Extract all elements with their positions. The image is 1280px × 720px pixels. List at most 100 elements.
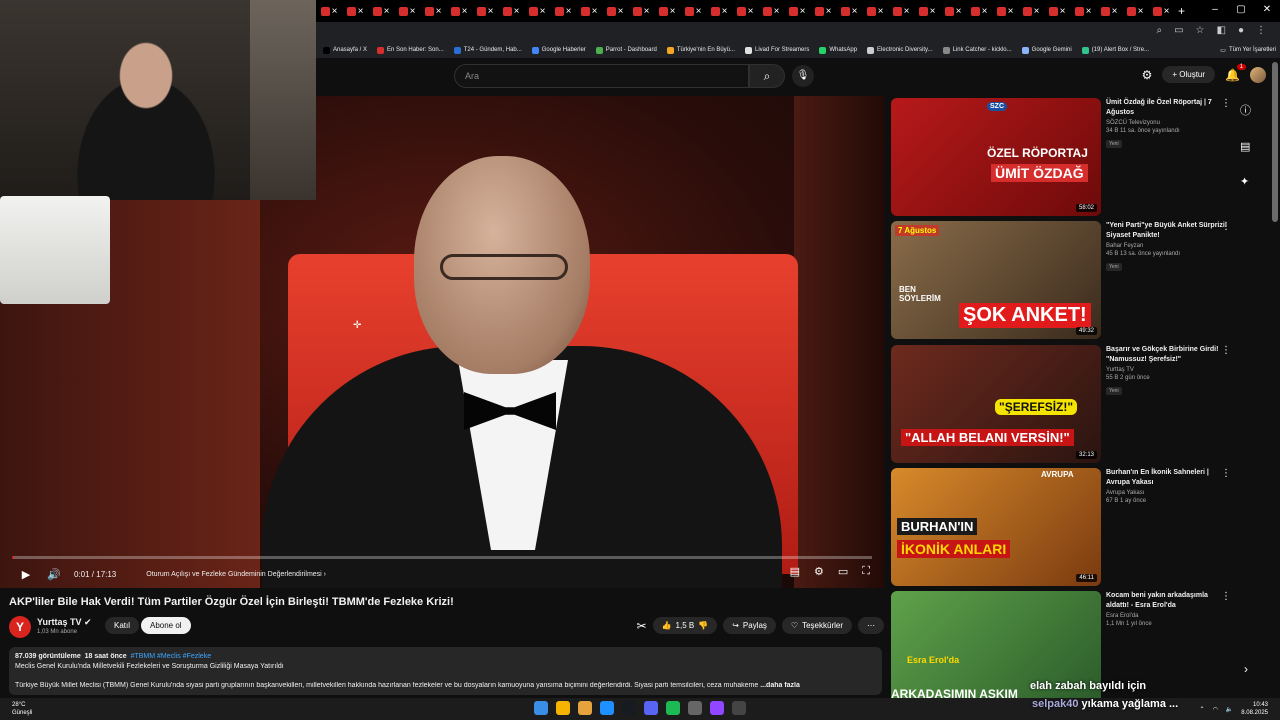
- browser-tab[interactable]: ×: [576, 2, 602, 20]
- weather-widget[interactable]: 28°C Güneşli: [12, 701, 32, 717]
- browser-tab[interactable]: ×: [524, 2, 550, 20]
- thanks-button[interactable]: ♡ Teşekkürler: [781, 617, 852, 634]
- more-options-icon[interactable]: ⋮: [1221, 468, 1231, 479]
- bookmark-item[interactable]: Electronic Diversity...: [862, 46, 938, 54]
- browser-tab[interactable]: ×: [342, 2, 368, 20]
- bookmark-item[interactable]: Türkiye'nin En Büyü...: [662, 46, 740, 54]
- speaker-icon[interactable]: 🔈: [1226, 706, 1233, 713]
- subscribe-button[interactable]: Abone ol: [141, 617, 191, 634]
- more-actions-button[interactable]: ⋯: [858, 617, 884, 634]
- recommended-video[interactable]: AVRUPA BURHAN'IN İKONİK ANLARI 46:11 Burhan'…: [891, 468, 1231, 588]
- browser-tab[interactable]: ×: [1018, 2, 1044, 20]
- browser-tab[interactable]: ×: [602, 2, 628, 20]
- browser-tab[interactable]: ×: [1096, 2, 1122, 20]
- bookmark-item[interactable]: (19) Alert Box / Stre...: [1077, 46, 1154, 54]
- recommended-video[interactable]: Esra Erol'da ARKADAŞIMIN AŞKIM Kocam beni …: [891, 591, 1231, 711]
- profile-icon[interactable]: ●: [1238, 25, 1244, 36]
- tab-close-icon[interactable]: ×: [332, 6, 338, 17]
- tab-close-icon[interactable]: ×: [852, 6, 858, 17]
- calculator-icon[interactable]: [688, 701, 702, 715]
- more-options-icon[interactable]: ⋮: [1221, 591, 1231, 602]
- obs-icon[interactable]: [732, 701, 746, 715]
- tab-close-icon[interactable]: ×: [410, 6, 416, 17]
- info-icon[interactable]: ⓘ: [1240, 102, 1251, 118]
- bookmark-item[interactable]: Link Catcher - kicklo...: [938, 46, 1017, 54]
- extensions-icon[interactable]: ◧: [1217, 25, 1226, 36]
- browser-tab[interactable]: ×: [1044, 2, 1070, 20]
- sparkle-icon[interactable]: ✦: [1240, 175, 1251, 188]
- browser-tab[interactable]: ×: [914, 2, 940, 20]
- recommended-video[interactable]: "ŞEREFSİZ!" "ALLAH BELANI VERSİN!" 32:13 Ba…: [891, 345, 1231, 465]
- progress-bar[interactable]: [12, 556, 872, 559]
- bookmark-item[interactable]: Anasayfa / X: [318, 46, 372, 54]
- browser-tab[interactable]: ×: [940, 2, 966, 20]
- show-more-link[interactable]: ...daha fazla: [760, 682, 800, 689]
- minimize-icon[interactable]: –: [1202, 0, 1228, 22]
- tab-close-icon[interactable]: ×: [618, 6, 624, 17]
- more-options-icon[interactable]: ⋮: [1221, 345, 1231, 356]
- tab-close-icon[interactable]: ×: [436, 6, 442, 17]
- wifi-icon[interactable]: ◠: [1213, 706, 1218, 713]
- tab-close-icon[interactable]: ×: [930, 6, 936, 17]
- bookmark-item[interactable]: T24 - Gündem, Hab...: [449, 46, 527, 54]
- browser-tab[interactable]: ×: [706, 2, 732, 20]
- avatar[interactable]: [1250, 66, 1266, 83]
- browser-tab[interactable]: ×: [1148, 2, 1174, 20]
- tab-close-icon[interactable]: ×: [384, 6, 390, 17]
- chrome-icon[interactable]: [556, 701, 570, 715]
- tab-close-icon[interactable]: ×: [878, 6, 884, 17]
- bookmark-item[interactable]: En Son Haber: Son...: [372, 46, 449, 54]
- tab-close-icon[interactable]: ×: [1138, 6, 1144, 17]
- tab-close-icon[interactable]: ×: [1060, 6, 1066, 17]
- clock[interactable]: 10:43 8.08.2025: [1241, 701, 1268, 717]
- spotify-icon[interactable]: [666, 701, 680, 715]
- tab-close-icon[interactable]: ×: [722, 6, 728, 17]
- tab-close-icon[interactable]: ×: [462, 6, 468, 17]
- tab-close-icon[interactable]: ×: [696, 6, 702, 17]
- description-box[interactable]: 87.039 görüntüleme 18 saat önce #TBMM #M…: [9, 647, 882, 695]
- tab-close-icon[interactable]: ×: [826, 6, 832, 17]
- browser-tab[interactable]: ×: [316, 2, 342, 20]
- notifications-button[interactable]: 🔔 1: [1225, 63, 1246, 82]
- scrollbar[interactable]: [1272, 62, 1278, 222]
- edge-icon[interactable]: [600, 701, 614, 715]
- tab-close-icon[interactable]: ×: [670, 6, 676, 17]
- settings-icon[interactable]: ⚙: [814, 565, 824, 578]
- channel-avatar[interactable]: Y: [9, 616, 31, 638]
- video-thumbnail[interactable]: SZC ÖZEL RÖPORTAJ ÜMİT ÖZDAĞ 58:02: [891, 98, 1101, 216]
- browser-tab[interactable]: ×: [420, 2, 446, 20]
- dislike-icon[interactable]: 👎: [698, 621, 708, 630]
- twitch-icon[interactable]: [710, 701, 724, 715]
- tab-close-icon[interactable]: ×: [644, 6, 650, 17]
- tab-close-icon[interactable]: ×: [566, 6, 572, 17]
- join-button[interactable]: Katıl: [105, 617, 140, 634]
- play-icon[interactable]: ▶: [12, 568, 40, 581]
- zoom-icon[interactable]: ⌕: [1156, 25, 1162, 36]
- more-options-icon[interactable]: ⋮: [1221, 98, 1231, 109]
- video-thumbnail[interactable]: 7 Ağustos BEN SÖYLERİM ŞOK ANKET! 49:32: [891, 221, 1101, 339]
- recommended-video[interactable]: 7 Ağustos BEN SÖYLERİM ŞOK ANKET! 49:32 "Yen…: [891, 221, 1231, 341]
- tab-close-icon[interactable]: ×: [540, 6, 546, 17]
- video-thumbnail[interactable]: AVRUPA BURHAN'IN İKONİK ANLARI 46:11: [891, 468, 1101, 586]
- tab-close-icon[interactable]: ×: [748, 6, 754, 17]
- browser-tab[interactable]: ×: [888, 2, 914, 20]
- browser-tab[interactable]: ×: [966, 2, 992, 20]
- chevron-right-icon[interactable]: ›: [1244, 662, 1248, 676]
- browser-tab[interactable]: ×: [862, 2, 888, 20]
- tab-close-icon[interactable]: ×: [956, 6, 962, 17]
- browser-tab[interactable]: ×: [810, 2, 836, 20]
- bookmark-item[interactable]: Google Gemini: [1017, 46, 1077, 54]
- windows-start-icon[interactable]: [534, 701, 548, 715]
- recommended-video[interactable]: SZC ÖZEL RÖPORTAJ ÜMİT ÖZDAĞ 58:02 Ümit Özda…: [891, 98, 1231, 218]
- browser-tab[interactable]: ×: [784, 2, 810, 20]
- menu-icon[interactable]: ⋮: [1256, 25, 1266, 36]
- browser-tab[interactable]: ×: [628, 2, 654, 20]
- browser-tab[interactable]: ×: [1070, 2, 1096, 20]
- browser-tab[interactable]: ×: [550, 2, 576, 20]
- browser-tab[interactable]: ×: [394, 2, 420, 20]
- tab-close-icon[interactable]: ×: [982, 6, 988, 17]
- clip-icon[interactable]: ✂: [637, 619, 647, 633]
- tab-close-icon[interactable]: ×: [1086, 6, 1092, 17]
- tab-close-icon[interactable]: ×: [774, 6, 780, 17]
- browser-tab[interactable]: ×: [836, 2, 862, 20]
